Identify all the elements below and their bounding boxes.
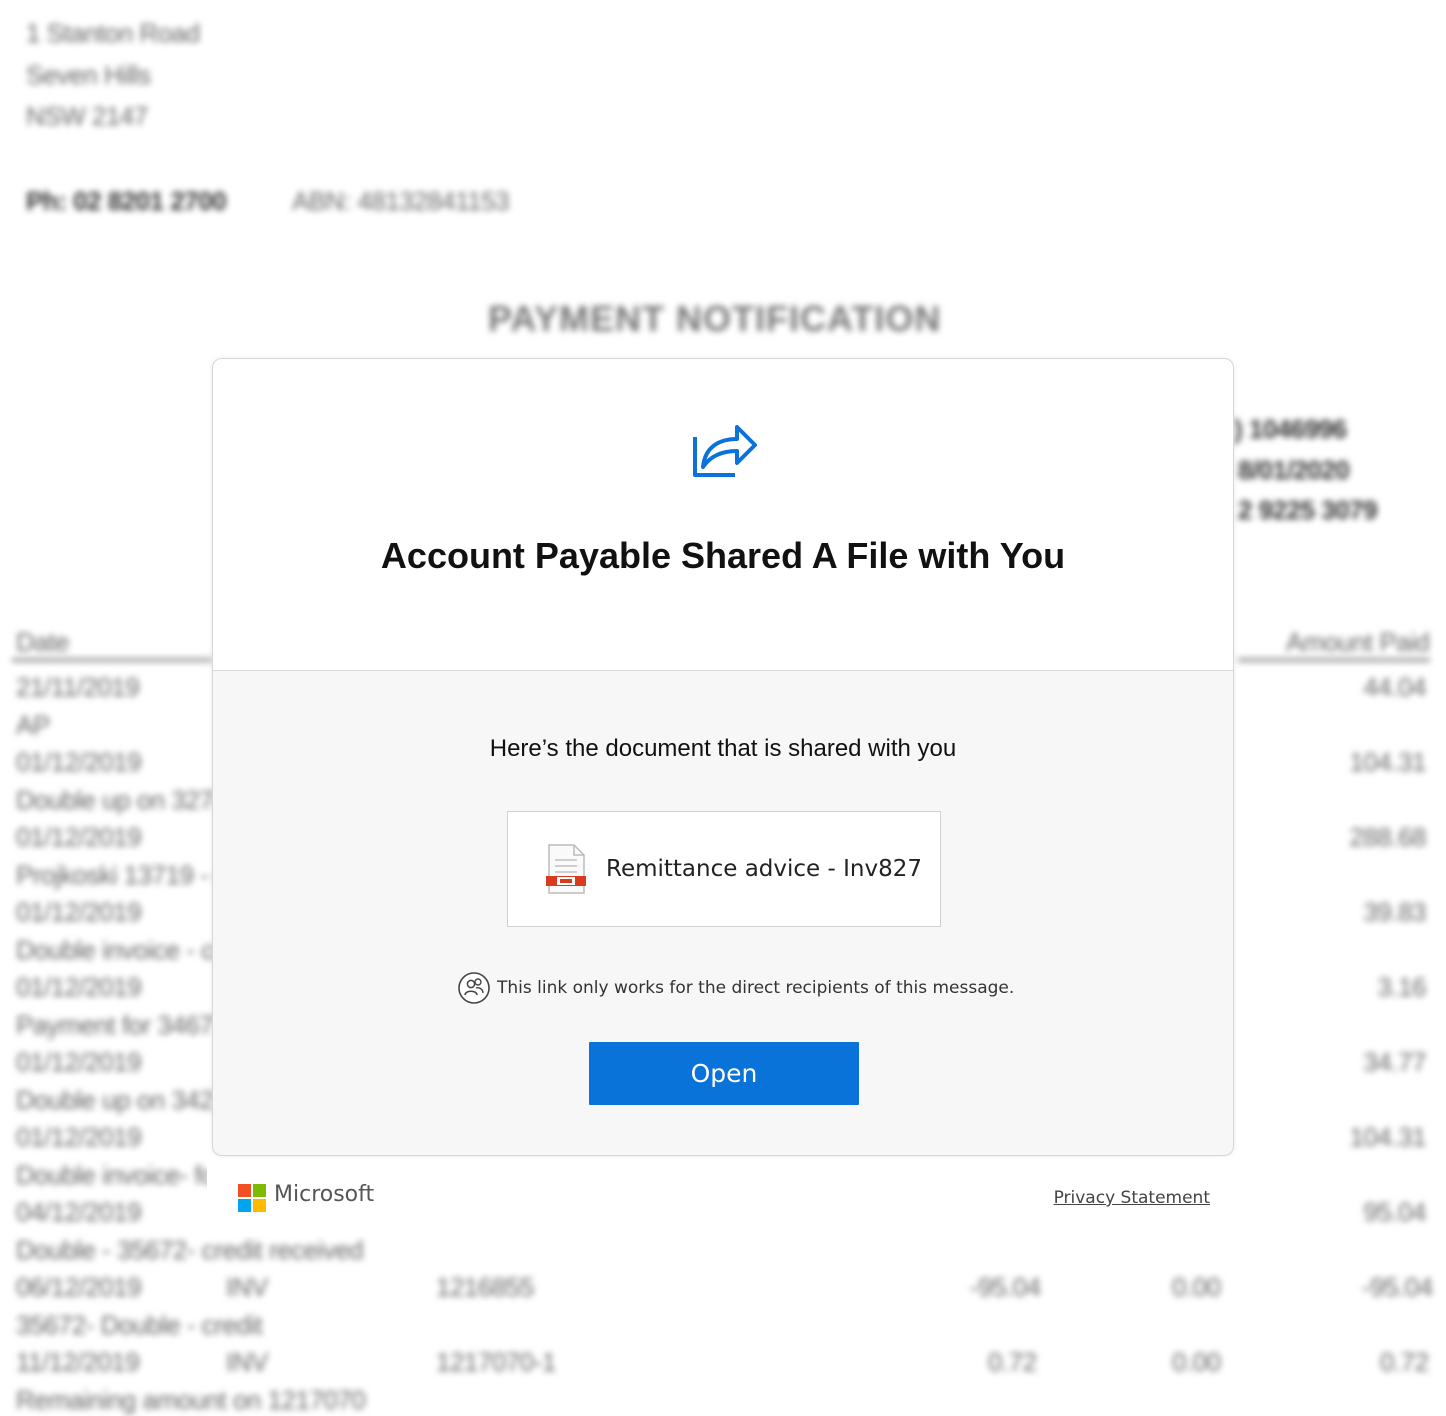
background-row: 01/12/2019 (16, 747, 142, 777)
background-row: 35672- Double - credit (16, 1309, 263, 1340)
background-row: 21/11/2019 (16, 672, 140, 702)
bottom-row-1-paid: -95.04 (1362, 1272, 1433, 1302)
background-row: 01/12/2019 (16, 1047, 142, 1077)
address-line-3: NSW 2147 (26, 101, 148, 131)
dialog-subhead: Here’s the document that is shared with … (489, 735, 957, 762)
background-amount: 104.31 (1349, 747, 1426, 777)
background-row: Payment for 34677 (16, 1009, 228, 1040)
background-amount: 288.68 (1349, 822, 1426, 852)
background-row: Projkoski 13719 - d (16, 859, 230, 890)
bottom-row-2-type: INV (226, 1347, 268, 1377)
background-amount: 3.16 (1377, 972, 1426, 1002)
header-rule-left (12, 658, 212, 662)
background-row: AP (16, 709, 50, 740)
privacy-statement-link[interactable]: Privacy Statement (1054, 1188, 1210, 1208)
shared-file-name[interactable]: Remittance advice - Inv827 (606, 812, 922, 926)
phone-text: Ph: 02 8201 2700 (26, 186, 227, 216)
background-amount: 39.83 (1363, 897, 1426, 927)
meta-line-3: 2 9225 3079 (1238, 495, 1378, 525)
address-line-2: Seven Hills (26, 60, 151, 90)
background-row: Remaining amount on 1217070 (16, 1384, 366, 1415)
document-title: PAYMENT NOTIFICATION (488, 298, 942, 339)
background-amount: 44.04 (1363, 672, 1426, 702)
bottom-row-1-amt: -95.04 (970, 1272, 1041, 1302)
dialog-header: Account Payable Shared A File with You (213, 359, 1233, 671)
header-rule-right (1238, 658, 1430, 662)
bottom-row-2-paid: 0.72 (1380, 1347, 1429, 1377)
background-row: 01/12/2019 (16, 822, 142, 852)
background-amount: 34.77 (1363, 1047, 1426, 1077)
background-row: 04/12/2019 (16, 1197, 142, 1227)
background-row: 11/12/2019 (16, 1347, 140, 1377)
bottom-row-1-zero: 0.00 (1172, 1272, 1221, 1302)
background-row: Double up on 3274 (16, 784, 228, 815)
dialog-headline: Account Payable Shared A File with You (380, 535, 1066, 576)
bottom-row-2-zero: 0.00 (1172, 1347, 1221, 1377)
bottom-row-1-type: INV (226, 1272, 268, 1302)
shared-file-card[interactable]: Remittance advice - Inv827 (507, 811, 941, 927)
recipients-notice-text: This link only works for the direct reci… (497, 978, 1015, 998)
people-icon (458, 972, 490, 1004)
background-row: 01/12/2019 (16, 1122, 142, 1152)
background-row: 01/12/2019 (16, 972, 142, 1002)
meta-line-2: 8/01/2020 (1238, 455, 1350, 485)
microsoft-brand: Microsoft (274, 1182, 375, 1207)
background-row: 06/12/2019 (16, 1272, 142, 1302)
address-line-1: 1 Stanton Road (26, 18, 200, 48)
col-date-header: Date (16, 627, 69, 657)
recipients-notice: This link only works for the direct reci… (457, 971, 1014, 1005)
pdf-file-icon (546, 844, 586, 894)
share-icon (693, 425, 757, 477)
abn-text: ABN: 48132841153 (292, 186, 510, 216)
background-row: Double invoice- for (16, 1159, 224, 1190)
bottom-row-2-amt: 0.72 (988, 1347, 1037, 1377)
open-button[interactable]: Open (589, 1042, 859, 1105)
background-row: 01/12/2019 (16, 897, 142, 927)
meta-line-1: ) 1046996 (1234, 414, 1347, 444)
col-amount-header: Amount Paid (1286, 627, 1430, 657)
microsoft-logo-icon (238, 1184, 266, 1212)
background-amount: 95.04 (1363, 1197, 1426, 1227)
background-row: Double - 35672- credit received (16, 1234, 364, 1265)
background-amount: 104.31 (1349, 1122, 1426, 1152)
dialog-footer: Microsoft Privacy Statement (207, 1160, 1239, 1236)
share-dialog: Account Payable Shared A File with You H… (212, 358, 1234, 1156)
bottom-row-2-ref: 1217070-1 (436, 1347, 556, 1377)
background-row: Double invoice - cr (16, 934, 222, 965)
background-row: Double up on 3421 (16, 1084, 228, 1115)
bottom-row-1-ref: 1216855 (436, 1272, 534, 1302)
